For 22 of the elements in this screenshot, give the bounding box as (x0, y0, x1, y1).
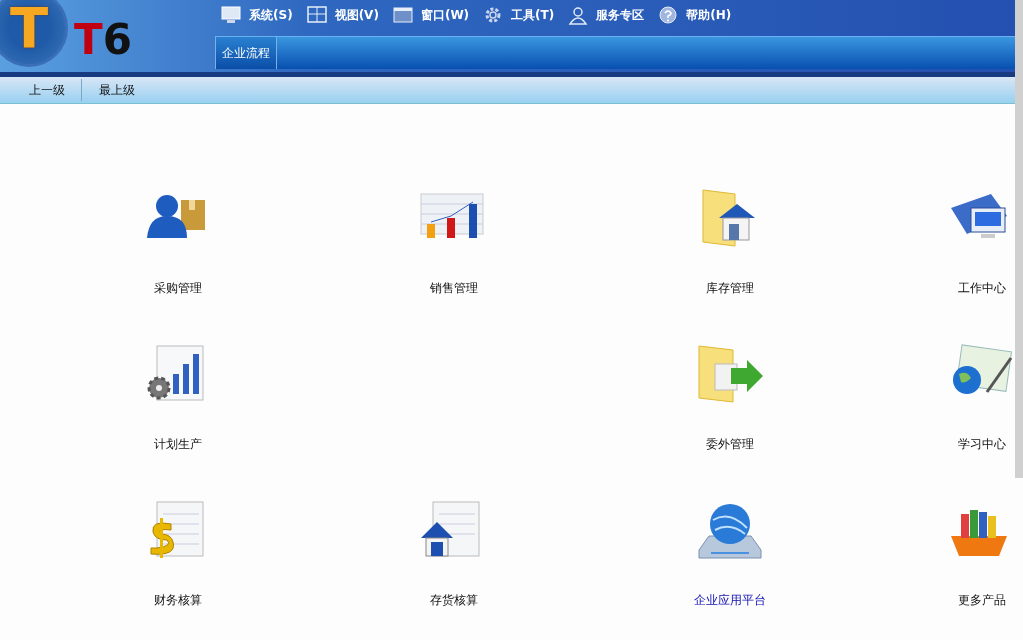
module-link[interactable]: 库存管理 (706, 280, 754, 297)
menu-item[interactable]: 视图(V) (334, 6, 379, 24)
module-link[interactable]: 工作中心 (958, 280, 1006, 297)
module-link[interactable]: 计划生产 (154, 436, 202, 453)
menu-item[interactable]: 系统(S) (249, 6, 293, 24)
module-link[interactable]: 学习中心 (958, 436, 1006, 453)
menu-item[interactable]: 窗口(W) (420, 6, 470, 24)
toolbar-button[interactable]: 上一级 (0, 79, 82, 101)
menu-item[interactable]: 服务专区 (596, 6, 645, 24)
module-link[interactable]: 存货核算 (430, 592, 478, 609)
module-link[interactable]: 财务核算 (154, 592, 202, 609)
module-link[interactable]: 采购管理 (154, 280, 202, 297)
module-link[interactable]: 更多产品 (958, 592, 1006, 609)
toolbar-button[interactable]: 最上级 (82, 79, 151, 101)
menu-item[interactable]: 工具(T) (511, 6, 555, 24)
module-link[interactable]: 销售管理 (430, 280, 478, 297)
logo-icon: T (0, 0, 68, 67)
module-link[interactable]: 企业应用平台 (694, 592, 766, 609)
tab[interactable]: 企业流程 (215, 37, 277, 69)
product-logo: T6 (74, 14, 132, 64)
menu-item[interactable]: 帮助(H) (686, 6, 732, 24)
module-link[interactable]: 委外管理 (706, 436, 754, 453)
